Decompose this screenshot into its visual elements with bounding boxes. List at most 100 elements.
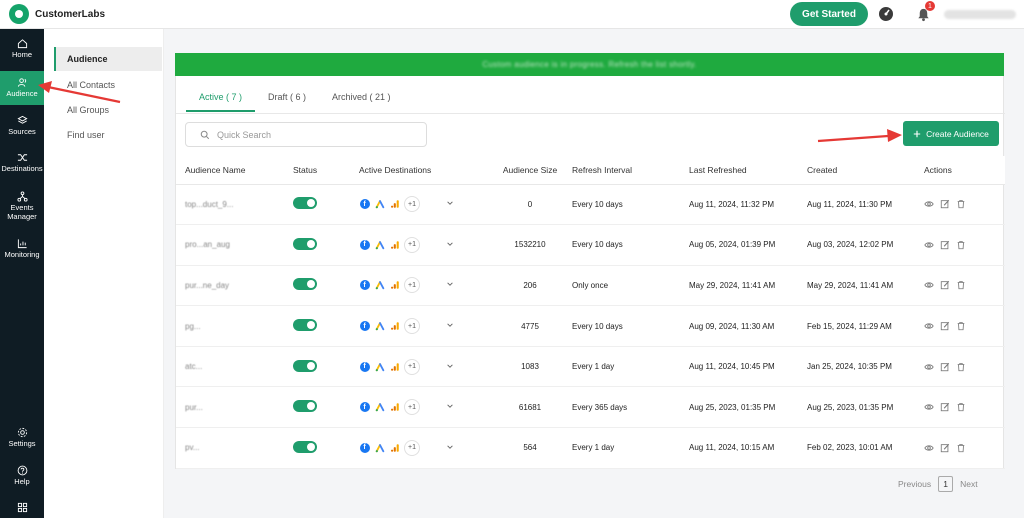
sidebar-item-destinations[interactable]: Destinations bbox=[0, 146, 44, 180]
eye-icon[interactable] bbox=[924, 199, 934, 209]
tab-archived[interactable]: Archived ( 21 ) bbox=[319, 84, 404, 112]
edit-icon[interactable] bbox=[940, 240, 950, 250]
search-input[interactable] bbox=[217, 129, 417, 140]
create-audience-button[interactable]: Create Audience bbox=[903, 121, 999, 146]
status-toggle[interactable] bbox=[293, 278, 317, 291]
table-row[interactable]: top...duct_9... f +1 0 Every 10 days Aug 11, … bbox=[176, 184, 1005, 226]
users-icon bbox=[17, 78, 26, 88]
sidebar-item-sources[interactable]: Sources bbox=[0, 109, 44, 143]
table-row[interactable]: pg... f +1 4775 Every 10 days Aug 09, 2024, 1… bbox=[176, 305, 1005, 347]
eye-icon[interactable] bbox=[924, 321, 934, 331]
status-toggle[interactable] bbox=[293, 319, 317, 332]
expand-destinations[interactable] bbox=[446, 240, 454, 250]
eye-icon[interactable] bbox=[924, 362, 934, 372]
sidebar-item-events-manager[interactable]: Events Manager bbox=[0, 185, 44, 227]
table-row[interactable]: pv... f +1 564 Every 1 day Aug 11, 2024, 10:1… bbox=[176, 427, 1005, 469]
more-destinations-badge[interactable]: +1 bbox=[404, 277, 420, 294]
previous-page-button[interactable]: Previous bbox=[898, 479, 931, 489]
column-header: Actions bbox=[924, 156, 1005, 185]
layers-icon bbox=[16, 116, 28, 125]
speed-icon[interactable] bbox=[877, 5, 895, 23]
column-header[interactable]: Status bbox=[293, 156, 359, 185]
eye-icon[interactable] bbox=[924, 402, 934, 412]
table-row[interactable]: pur... f +1 61681 Every 365 days Aug 25, 2023… bbox=[176, 386, 1005, 429]
column-header[interactable]: Audience Size bbox=[488, 156, 572, 185]
bell-icon[interactable]: 1 bbox=[914, 1, 935, 23]
trash-icon[interactable] bbox=[956, 321, 966, 331]
audience-name[interactable]: pg... bbox=[185, 322, 201, 331]
user-menu[interactable] bbox=[944, 10, 1016, 19]
table-row[interactable]: pur...ne_day f +1 206 Only once May 29, 2024,… bbox=[176, 265, 1005, 307]
sidebar-item-label: Home bbox=[11, 50, 32, 60]
status-toggle[interactable] bbox=[293, 359, 317, 372]
status-toggle[interactable] bbox=[293, 440, 317, 453]
tab-draft[interactable]: Draft ( 6 ) bbox=[255, 84, 319, 112]
sidebar-item-help[interactable]: Help bbox=[0, 459, 44, 493]
status-toggle[interactable] bbox=[293, 400, 317, 413]
column-header[interactable]: Refresh Interval bbox=[572, 156, 689, 185]
eye-icon[interactable] bbox=[924, 280, 934, 290]
subnav-item-find-user[interactable]: Find user bbox=[54, 123, 162, 147]
edit-icon[interactable] bbox=[940, 321, 950, 331]
more-destinations-badge[interactable]: +1 bbox=[404, 439, 420, 456]
audience-size: 61681 bbox=[488, 386, 572, 429]
eye-icon[interactable] bbox=[924, 240, 934, 250]
table-row[interactable]: pro...an_aug f +1 1532210 Every 10 days Aug 0… bbox=[176, 224, 1005, 266]
audience-name[interactable]: pur...ne_day bbox=[185, 281, 229, 290]
logo-icon bbox=[9, 4, 29, 24]
expand-destinations[interactable] bbox=[446, 199, 454, 209]
trash-icon[interactable] bbox=[956, 402, 966, 412]
brand-logo[interactable]: CustomerLabs bbox=[9, 4, 105, 24]
chevron-down-icon[interactable] bbox=[446, 362, 454, 370]
tab-active[interactable]: Active ( 7 ) bbox=[186, 84, 256, 112]
chevron-down-icon[interactable] bbox=[446, 443, 454, 451]
created-date: Aug 25, 2023, 01:35 PM bbox=[807, 386, 924, 429]
subnav-item-audience[interactable]: Audience bbox=[54, 47, 162, 71]
more-destinations-badge[interactable]: +1 bbox=[404, 399, 420, 416]
get-started-button[interactable]: Get Started bbox=[790, 2, 868, 26]
trash-icon[interactable] bbox=[956, 280, 966, 290]
expand-destinations[interactable] bbox=[446, 362, 454, 372]
trash-icon[interactable] bbox=[956, 240, 966, 250]
expand-destinations[interactable] bbox=[446, 443, 454, 453]
table-row[interactable]: atc... f +1 1083 Every 1 day Aug 11, 2024, 10… bbox=[176, 346, 1005, 388]
audience-name[interactable]: top...duct_9... bbox=[185, 200, 233, 209]
expand-destinations[interactable] bbox=[446, 321, 454, 331]
eye-icon[interactable] bbox=[924, 443, 934, 453]
more-destinations-badge[interactable]: +1 bbox=[404, 318, 420, 335]
chevron-down-icon[interactable] bbox=[446, 199, 454, 207]
sidebar-item-monitoring[interactable]: Monitoring bbox=[0, 232, 44, 266]
column-header[interactable]: Active Destinations bbox=[359, 156, 488, 185]
sidebar-item-home[interactable]: Home bbox=[0, 32, 44, 66]
status-toggle[interactable] bbox=[293, 237, 317, 250]
audience-name[interactable]: pv... bbox=[185, 443, 200, 452]
trash-icon[interactable] bbox=[956, 443, 966, 453]
page-number-button[interactable]: 1 bbox=[938, 476, 954, 492]
column-header[interactable]: Audience Name bbox=[176, 156, 293, 185]
chevron-down-icon[interactable] bbox=[446, 240, 454, 248]
edit-icon[interactable] bbox=[940, 362, 950, 372]
expand-destinations[interactable] bbox=[446, 402, 454, 412]
status-toggle[interactable] bbox=[293, 197, 317, 210]
chevron-down-icon[interactable] bbox=[446, 280, 454, 288]
edit-icon[interactable] bbox=[940, 402, 950, 412]
edit-icon[interactable] bbox=[940, 199, 950, 209]
sidebar-item-apps[interactable] bbox=[0, 496, 44, 518]
expand-destinations[interactable] bbox=[446, 280, 454, 290]
more-destinations-badge[interactable]: +1 bbox=[404, 358, 420, 375]
more-destinations-badge[interactable]: +1 bbox=[404, 236, 420, 253]
sidebar-item-settings[interactable]: Settings bbox=[0, 421, 44, 455]
edit-icon[interactable] bbox=[940, 280, 950, 290]
edit-icon[interactable] bbox=[940, 443, 950, 453]
chevron-down-icon[interactable] bbox=[446, 321, 454, 329]
column-header[interactable]: Last Refreshed bbox=[689, 156, 807, 185]
audience-name[interactable]: atc... bbox=[185, 362, 202, 371]
column-header[interactable]: Created bbox=[807, 156, 924, 185]
trash-icon[interactable] bbox=[956, 362, 966, 372]
audience-name[interactable]: pur... bbox=[185, 403, 203, 412]
more-destinations-badge[interactable]: +1 bbox=[404, 196, 420, 213]
next-page-button[interactable]: Next bbox=[960, 479, 977, 489]
trash-icon[interactable] bbox=[956, 199, 966, 209]
audience-name[interactable]: pro...an_aug bbox=[185, 240, 230, 249]
chevron-down-icon[interactable] bbox=[446, 402, 454, 410]
